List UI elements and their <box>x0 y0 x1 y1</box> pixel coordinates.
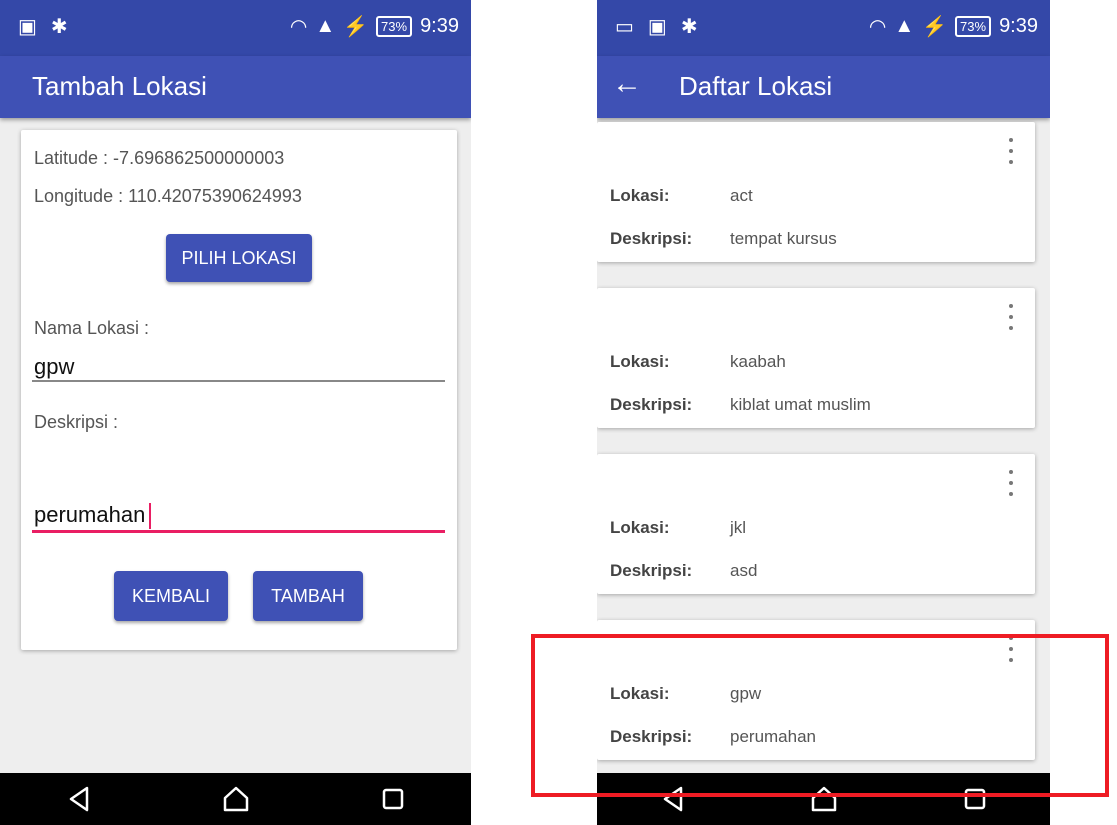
app-bar: ← Daftar Lokasi <box>597 56 1050 118</box>
lokasi-value: act <box>730 186 753 205</box>
deskripsi-label: Deskripsi: <box>610 395 693 414</box>
nav-back-icon[interactable] <box>51 777 107 821</box>
back-button[interactable]: KEMBALI <box>114 571 228 621</box>
deskripsi-value: tempat kursus <box>730 229 837 248</box>
more-options-icon[interactable] <box>1003 304 1019 330</box>
deskripsi-value: kiblat umat muslim <box>730 395 871 414</box>
longitude-text: Longitude : 110.42075390624993 <box>34 186 302 206</box>
status-bar: ▭ ▣ ✱ ◠ ▲ ⚡ 73% 9:39 <box>597 0 1050 56</box>
description-label: Deskripsi : <box>34 412 119 432</box>
name-label: Nama Lokasi : <box>34 318 150 338</box>
list-item[interactable]: Lokasi: jkl Deskripsi: asd <box>597 454 1035 594</box>
deskripsi-value: asd <box>730 561 758 580</box>
bbm-icon: ▣ <box>18 16 37 38</box>
lokasi-label: Lokasi: <box>610 186 670 205</box>
signal-icon: ▲ <box>315 15 336 37</box>
android-debug-icon: ✱ <box>50 16 68 38</box>
clock: 9:39 <box>999 15 1038 37</box>
description-input[interactable]: perumahan <box>34 502 152 530</box>
deskripsi-label: Deskripsi: <box>610 561 693 580</box>
navigation-bar <box>0 773 471 825</box>
clock: 9:39 <box>420 15 459 37</box>
latitude-text: Latitude : -7.696862500000003 <box>34 148 285 168</box>
lokasi-value: jkl <box>730 518 747 537</box>
list-item[interactable]: Lokasi: act Deskripsi: tempat kursus <box>597 122 1035 262</box>
highlight-box <box>531 634 1109 797</box>
text-cursor <box>149 503 152 530</box>
nav-recents-icon[interactable] <box>365 777 421 821</box>
status-bar: ▣ ✱ ◠ ▲ ⚡ 73% 9:39 <box>0 0 471 56</box>
description-input-value: perumahan <box>34 502 146 527</box>
name-input-underline <box>32 380 445 382</box>
wifi-icon: ◠ <box>289 16 308 38</box>
deskripsi-label: Deskripsi: <box>610 229 693 248</box>
android-debug-icon: ✱ <box>680 16 698 38</box>
back-arrow-icon[interactable]: ← <box>609 68 645 104</box>
lokasi-label: Lokasi: <box>610 352 670 371</box>
charging-icon: ⚡ <box>922 16 948 38</box>
charging-icon: ⚡ <box>343 16 369 38</box>
lokasi-label: Lokasi: <box>610 518 670 537</box>
description-input-underline <box>32 530 445 533</box>
app-bar: Tambah Lokasi <box>0 56 471 118</box>
nav-home-icon[interactable] <box>208 777 264 821</box>
more-options-icon[interactable] <box>1003 138 1019 164</box>
add-button[interactable]: TAMBAH <box>253 571 363 621</box>
lokasi-value: kaabah <box>730 352 786 371</box>
pick-location-button[interactable]: PILIH LOKASI <box>166 234 312 282</box>
add-location-screen: ▣ ✱ ◠ ▲ ⚡ 73% 9:39 Tambah Lokasi Latitud… <box>0 0 471 825</box>
signal-icon: ▲ <box>894 15 915 37</box>
page-title: Tambah Lokasi <box>32 71 207 101</box>
list-item[interactable]: Lokasi: kaabah Deskripsi: kiblat umat mu… <box>597 288 1035 428</box>
location-form-card: Latitude : -7.696862500000003 Longitude … <box>21 130 457 650</box>
name-input-value: gpw <box>34 354 75 379</box>
name-input[interactable]: gpw <box>34 354 74 380</box>
bbm-icon: ▣ <box>647 16 667 38</box>
page-title: Daftar Lokasi <box>679 71 833 101</box>
wifi-icon: ◠ <box>868 16 887 38</box>
more-options-icon[interactable] <box>1003 470 1019 496</box>
image-icon: ▭ <box>615 16 634 38</box>
battery-indicator: 73% <box>955 16 992 37</box>
battery-indicator: 73% <box>376 16 413 37</box>
